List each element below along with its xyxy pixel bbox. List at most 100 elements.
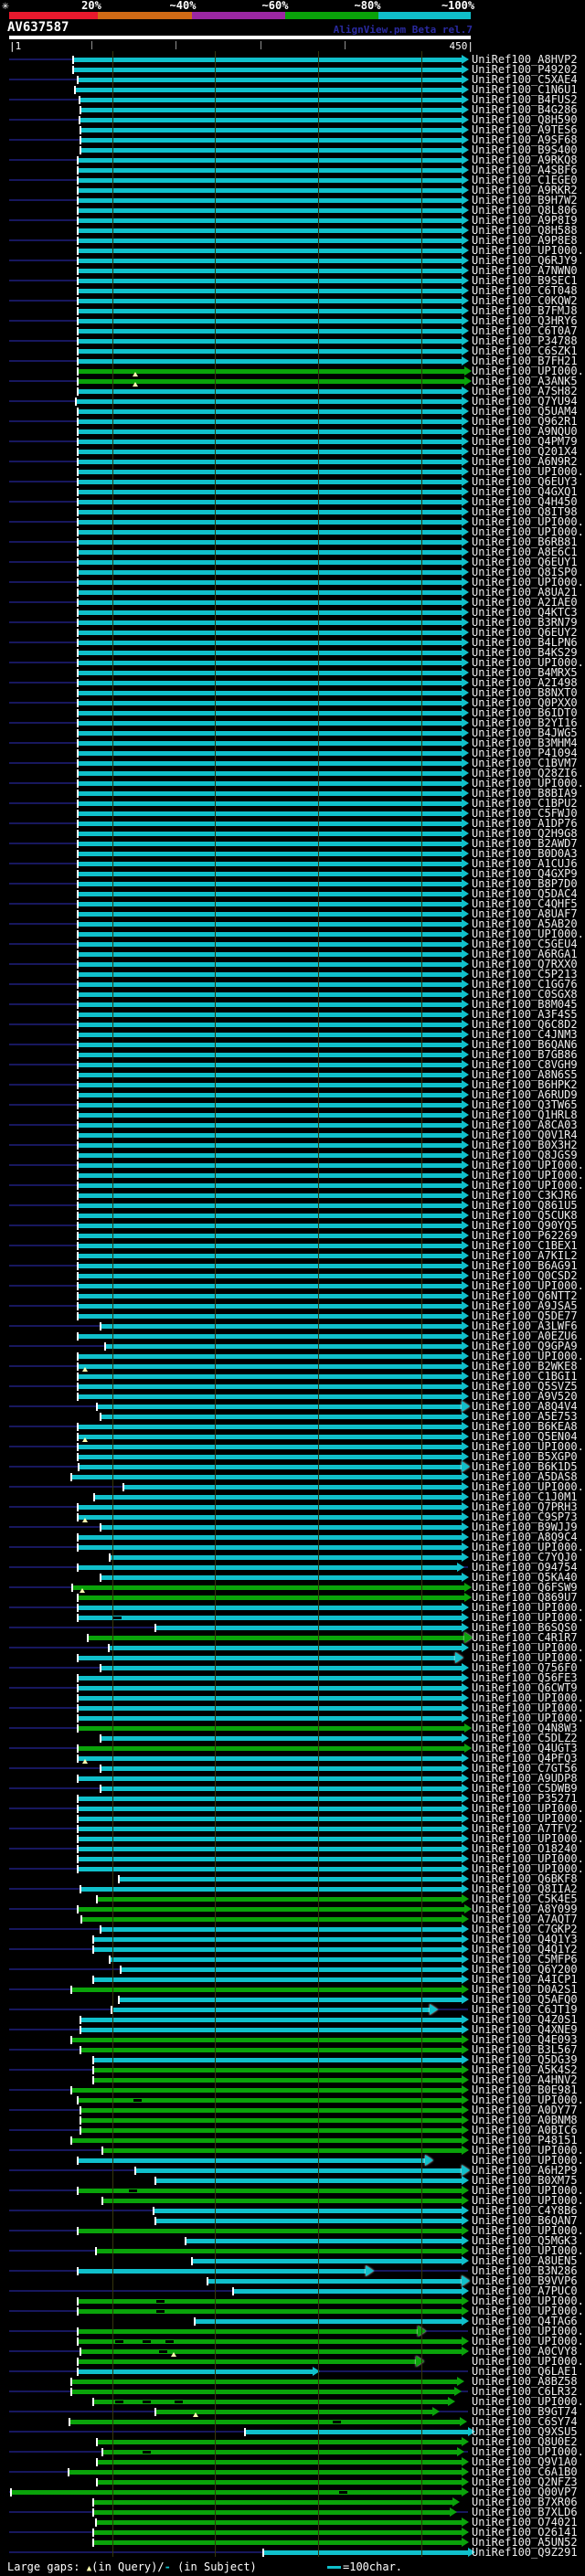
hit-bar[interactable] bbox=[78, 982, 462, 987]
hit-bar[interactable] bbox=[78, 409, 462, 414]
hit-bar[interactable] bbox=[78, 1163, 462, 1168]
hit-bar[interactable] bbox=[71, 2380, 457, 2384]
hit-bar[interactable] bbox=[110, 1957, 462, 1962]
hit-bar[interactable] bbox=[78, 218, 462, 223]
hit-bar[interactable] bbox=[78, 912, 462, 917]
hit-bar[interactable] bbox=[78, 460, 462, 464]
hit-bar[interactable] bbox=[123, 1485, 462, 1489]
hit-bar[interactable] bbox=[96, 2520, 462, 2525]
hit-bar[interactable] bbox=[93, 2530, 462, 2535]
hit-bar[interactable] bbox=[78, 1304, 462, 1309]
hit-bar[interactable] bbox=[78, 781, 462, 786]
hit-bar[interactable] bbox=[71, 2038, 462, 2042]
hit-bar[interactable] bbox=[78, 1907, 464, 1912]
hit-bar[interactable] bbox=[78, 1595, 464, 1600]
hit-bar[interactable] bbox=[78, 269, 462, 273]
hit-bar[interactable] bbox=[78, 78, 462, 82]
hit-bar[interactable] bbox=[96, 2249, 462, 2253]
hit-bar[interactable] bbox=[78, 1445, 462, 1449]
hit-bar[interactable] bbox=[71, 1475, 462, 1479]
hit-bar[interactable] bbox=[93, 2510, 450, 2515]
hit-bar[interactable] bbox=[78, 1776, 462, 1781]
hit-bar[interactable] bbox=[102, 2199, 462, 2203]
hit-bar[interactable] bbox=[80, 2108, 462, 2113]
hit-bar[interactable] bbox=[78, 2269, 366, 2274]
hit-bar[interactable] bbox=[78, 349, 462, 354]
hit-bar[interactable] bbox=[78, 1123, 462, 1128]
hit-bar[interactable] bbox=[73, 68, 462, 72]
hit-bar[interactable] bbox=[78, 1284, 462, 1288]
hit-bar[interactable] bbox=[78, 1294, 462, 1299]
hit-bar[interactable] bbox=[78, 932, 462, 937]
hit-bar[interactable] bbox=[80, 148, 462, 153]
subject-label[interactable]: UniRef100_Q9Z291 bbox=[472, 2547, 578, 2558]
hit-bar[interactable] bbox=[97, 1897, 462, 1902]
hit-bar[interactable] bbox=[101, 1324, 462, 1329]
hit-bar[interactable] bbox=[78, 1545, 462, 1550]
hit-bar[interactable] bbox=[78, 1676, 462, 1680]
hit-bar[interactable] bbox=[105, 1344, 462, 1349]
hit-bar[interactable] bbox=[88, 1636, 464, 1640]
hit-bar[interactable] bbox=[78, 852, 462, 856]
hit-bar[interactable] bbox=[93, 2068, 462, 2072]
hit-bar[interactable] bbox=[135, 2168, 462, 2173]
hit-bar[interactable] bbox=[78, 992, 462, 997]
hit-bar[interactable] bbox=[121, 1967, 462, 1972]
hit-bar[interactable] bbox=[78, 1827, 462, 1831]
hit-bar[interactable] bbox=[78, 1686, 462, 1691]
hit-bar[interactable] bbox=[155, 1626, 462, 1630]
hit-bar[interactable] bbox=[78, 1364, 462, 1369]
hit-bar[interactable] bbox=[119, 1998, 462, 2002]
hit-bar[interactable] bbox=[80, 2118, 462, 2123]
hit-bar[interactable] bbox=[78, 359, 462, 364]
hit-bar[interactable] bbox=[233, 2289, 462, 2294]
hit-bar[interactable] bbox=[78, 661, 462, 665]
hit-bar[interactable] bbox=[73, 58, 462, 62]
hit-bar[interactable] bbox=[78, 520, 462, 525]
hit-bar[interactable] bbox=[78, 1224, 462, 1228]
hit-bar[interactable] bbox=[78, 158, 462, 163]
hit-bar[interactable] bbox=[69, 2420, 460, 2424]
hit-bar[interactable] bbox=[78, 570, 462, 575]
hit-bar[interactable] bbox=[78, 259, 462, 263]
hit-bar[interactable] bbox=[78, 811, 462, 816]
hit-bar[interactable] bbox=[78, 1012, 462, 1017]
hit-bar[interactable] bbox=[78, 329, 462, 334]
hit-bar[interactable] bbox=[81, 1917, 462, 1922]
hit-bar[interactable] bbox=[80, 2349, 462, 2354]
hit-bar[interactable] bbox=[119, 1877, 462, 1882]
hit-bar[interactable] bbox=[78, 902, 462, 906]
hit-bar[interactable] bbox=[101, 1927, 462, 1932]
hit-bar[interactable] bbox=[78, 1857, 462, 1861]
hit-bar[interactable] bbox=[69, 2470, 462, 2475]
hit-bar[interactable] bbox=[78, 721, 462, 726]
hit-bar[interactable] bbox=[78, 791, 462, 796]
hit-bar[interactable] bbox=[78, 1093, 462, 1097]
hit-bar[interactable] bbox=[78, 480, 462, 484]
hit-bar[interactable] bbox=[78, 761, 462, 766]
hit-bar[interactable] bbox=[76, 399, 462, 404]
hit-bar[interactable] bbox=[101, 1575, 462, 1580]
hit-bar[interactable] bbox=[154, 2209, 462, 2213]
hit-bar[interactable] bbox=[78, 550, 462, 555]
hit-bar[interactable] bbox=[78, 691, 462, 695]
hit-bar[interactable] bbox=[78, 771, 462, 776]
hit-bar[interactable] bbox=[78, 1274, 462, 1278]
hit-bar[interactable] bbox=[97, 1405, 462, 1409]
hit-bar[interactable] bbox=[78, 741, 462, 746]
hit-bar[interactable] bbox=[78, 701, 462, 705]
hit-bar[interactable] bbox=[94, 1495, 462, 1500]
hit-bar[interactable] bbox=[78, 842, 462, 846]
hit-bar[interactable] bbox=[78, 1153, 462, 1158]
hit-bar[interactable] bbox=[93, 2078, 462, 2083]
hit-bar[interactable] bbox=[78, 1394, 462, 1399]
hit-bar[interactable] bbox=[78, 651, 462, 655]
hit-bar[interactable] bbox=[78, 178, 462, 183]
hit-bar[interactable] bbox=[78, 2158, 425, 2163]
hit-bar[interactable] bbox=[101, 1786, 462, 1791]
hit-bar[interactable] bbox=[78, 1143, 462, 1148]
hit-bar[interactable] bbox=[78, 1807, 462, 1811]
hit-bar[interactable] bbox=[78, 450, 462, 454]
hit-bar[interactable] bbox=[97, 2480, 462, 2485]
hit-bar[interactable] bbox=[93, 1937, 462, 1942]
